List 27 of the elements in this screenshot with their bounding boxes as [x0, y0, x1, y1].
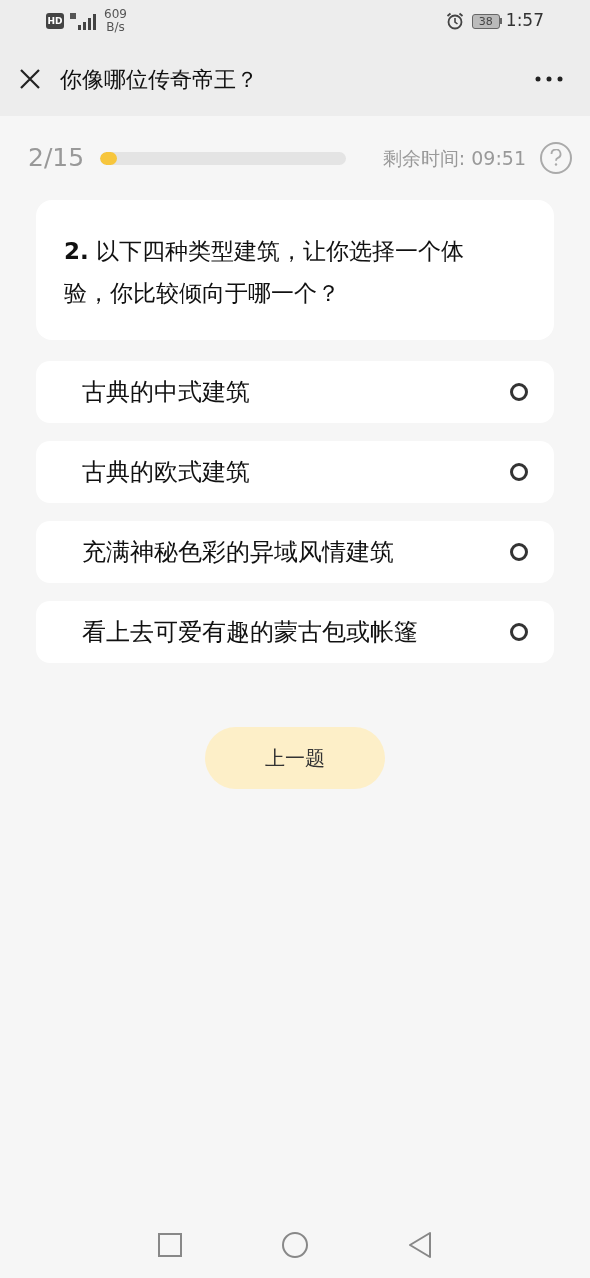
close-icon	[19, 68, 41, 90]
home-icon[interactable]	[282, 1232, 308, 1258]
help-icon	[550, 149, 562, 167]
page-title: 你像哪位传奇帝王？	[60, 65, 258, 94]
alarm-icon	[445, 12, 464, 30]
remaining-time: 剩余时间: 09:51	[382, 145, 526, 171]
answer-option[interactable]: 古典的中式建筑	[36, 361, 554, 423]
radio-button[interactable]	[510, 623, 528, 641]
close-button[interactable]	[18, 67, 42, 91]
radio-button[interactable]	[510, 383, 528, 401]
previous-button[interactable]: 上一题	[205, 727, 385, 789]
hd-badge: HD	[46, 13, 64, 29]
signal-icon	[68, 11, 96, 31]
radio-button[interactable]	[510, 463, 528, 481]
clock-time: 1:57	[505, 9, 544, 33]
question-text: 2. 以下四种类型建筑，让你选择一个体验，你比较倾向于哪一个？	[64, 237, 466, 308]
network-speed: 609	[104, 8, 127, 21]
recents-icon[interactable]	[158, 1233, 182, 1257]
question-counter: 2/15	[28, 142, 85, 175]
radio-button[interactable]	[510, 543, 528, 561]
battery-level: 38	[478, 15, 493, 27]
answer-option[interactable]: 看上去可爱有趣的蒙古包或帐篷	[36, 601, 554, 663]
answer-option[interactable]: 充满神秘色彩的异域风情建筑	[36, 521, 554, 583]
network-unit: B/s	[106, 21, 125, 34]
more-icon	[535, 76, 563, 82]
back-icon[interactable]	[408, 1232, 432, 1258]
answer-option[interactable]: 古典的欧式建筑	[36, 441, 554, 503]
